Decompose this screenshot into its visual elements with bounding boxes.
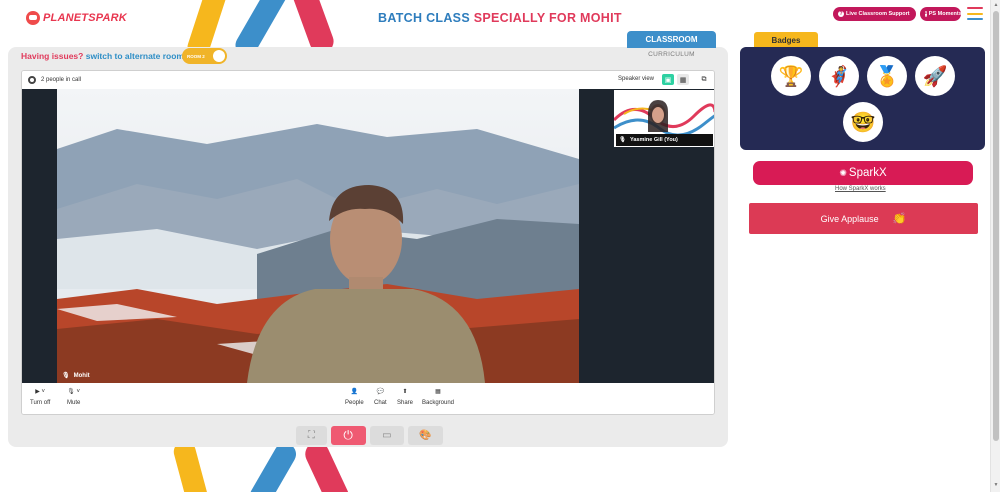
screen-icon: ▭	[382, 430, 392, 441]
speaker-view-label: Speaker view	[618, 76, 655, 82]
moments-icon: •	[925, 11, 927, 17]
page-title: BATCH CLASS SPECIALLY FOR MOHIT	[378, 11, 622, 25]
toggle-knob	[213, 50, 225, 62]
mute-button[interactable]: 🎙 ˅ Mute	[67, 386, 80, 406]
badges-panel: 🏆 🦸 🏅 🚀 🤓	[740, 47, 985, 150]
camera-toggle-button[interactable]: ▶ ˅ Turn off	[30, 386, 50, 406]
mic-icon: 🎙	[62, 373, 70, 379]
room-toggle[interactable]: ROOM 2	[182, 48, 227, 64]
people-icon: 👤	[350, 389, 359, 395]
share-button[interactable]: ⬆ Share	[397, 386, 413, 406]
badge-trophy-icon[interactable]: 🏆	[771, 56, 811, 96]
background-icon: ▦	[435, 389, 441, 395]
mountain-background-image	[57, 89, 579, 383]
speaker-view-button[interactable]: ▣	[662, 74, 674, 85]
fullscreen-button[interactable]: ⛶	[296, 426, 327, 445]
fullscreen-icon: ⛶	[307, 430, 315, 441]
badge-star-icon[interactable]: 🦸	[819, 56, 859, 96]
logo-mascot-icon	[26, 11, 40, 25]
chat-button[interactable]: 💬 Chat	[374, 386, 387, 406]
help-icon: ?	[838, 11, 844, 17]
scroll-up-icon[interactable]: ▲	[993, 2, 999, 8]
call-header: 2 people in call	[22, 71, 714, 89]
main-video	[57, 89, 579, 383]
chat-icon: 💬	[376, 389, 385, 395]
tab-classroom[interactable]: CLASSROOM	[627, 31, 716, 48]
give-applause-button[interactable]: Give Applause 👏	[749, 203, 978, 234]
background-button[interactable]: ▦ Background	[422, 386, 454, 406]
bottom-action-bar: ⛶ ⏻ ▭ 🎨	[296, 426, 444, 445]
mic-icon: 🎙 ˅	[67, 389, 81, 395]
share-icon: ⬆	[402, 389, 408, 395]
settings-icon[interactable]	[28, 76, 36, 84]
alternate-room-prompt: Having issues? switch to alternate room	[21, 51, 184, 61]
camera-icon: ▶ ˅	[35, 389, 46, 395]
logo-text: PLANETSPARK	[43, 12, 127, 24]
decor-ribbon-blue-bottom	[245, 439, 301, 492]
live-support-button[interactable]: ? Live Classroom Support	[833, 7, 916, 21]
sparkx-info-link[interactable]: How SparkX works	[835, 186, 886, 192]
page-scrollbar[interactable]: ▲ ▼	[990, 0, 1000, 492]
hamburger-menu-icon[interactable]	[967, 7, 983, 20]
main-participant-tag: 🎙 Mohit	[62, 372, 90, 380]
sparkx-button[interactable]: ✺ SparkX	[753, 161, 973, 185]
people-button[interactable]: 👤 People	[345, 386, 364, 406]
scroll-thumb[interactable]	[993, 11, 999, 441]
badge-rocket-icon[interactable]: 🚀	[915, 56, 955, 96]
badges-title: Badges	[754, 32, 818, 48]
palette-icon: 🎨	[419, 430, 432, 441]
video-call: 2 people in call Speaker view ▣ ▦ ⧉ 🎙 Mo…	[21, 70, 715, 415]
video-stage: 🎙 Mohit 🎙 Yasmine Gill (You)	[22, 89, 714, 383]
screen-button[interactable]: ▭	[369, 426, 405, 445]
clap-icon: 👏	[892, 213, 907, 225]
ps-moments-button[interactable]: • PS Moments	[920, 7, 962, 21]
self-participant-tag: 🎙 Yasmine Gill (You)	[616, 134, 713, 146]
self-video-tile[interactable]: 🎙 Yasmine Gill (You)	[614, 90, 714, 147]
gallery-view-button[interactable]: ▦	[677, 74, 689, 85]
planetspark-logo[interactable]: PLANETSPARK	[26, 11, 127, 25]
switch-room-link[interactable]: switch to alternate room	[86, 51, 184, 61]
people-count: 2 people in call	[41, 77, 82, 83]
classroom-page: PLANETSPARK BATCH CLASS SPECIALLY FOR MO…	[0, 0, 1000, 492]
tab-curriculum[interactable]: CURRICULUM	[627, 49, 716, 60]
whiteboard-button[interactable]: 🎨	[408, 426, 444, 445]
spark-icon: ✺	[839, 167, 847, 178]
picture-in-picture-icon[interactable]: ⧉	[698, 74, 710, 85]
badge-glasses-icon[interactable]: 🤓	[843, 102, 883, 142]
mic-icon: 🎙	[619, 137, 626, 143]
badge-medal-icon[interactable]: 🏅	[867, 56, 907, 96]
power-icon: ⏻	[343, 428, 353, 442]
scroll-down-icon[interactable]: ▼	[993, 482, 999, 488]
call-controls: ▶ ˅ Turn off 🎙 ˅ Mute 👤 People 💬 Chat ⬆ …	[22, 383, 714, 414]
leave-call-button[interactable]: ⏻	[330, 426, 366, 445]
